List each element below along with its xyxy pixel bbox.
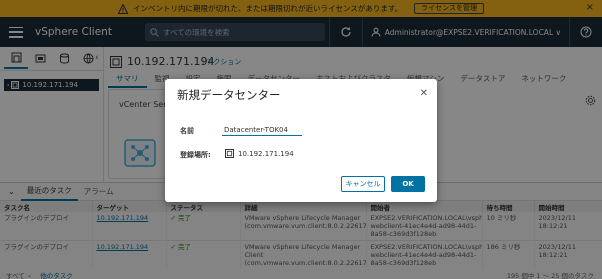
name-label: 名前 xyxy=(180,127,194,135)
cancel-button[interactable]: キャンセル xyxy=(341,176,385,192)
dialog-title: 新規データセンター xyxy=(177,88,281,102)
location-text: 10.192.171.194 xyxy=(238,149,294,158)
ok-button[interactable]: OK xyxy=(391,176,425,192)
new-datacenter-dialog: 新規データセンター ✕ 名前 登録場所: 10.192.171.194 キャンセ… xyxy=(165,79,437,202)
vcenter-icon xyxy=(225,149,234,158)
datacenter-name-input[interactable] xyxy=(222,124,302,136)
location-label: 登録場所: xyxy=(180,151,211,159)
close-icon[interactable]: ✕ xyxy=(420,88,428,99)
location-value: 10.192.171.194 xyxy=(225,149,294,158)
vsphere-client-page: インベントリ内に期限が切れた、または期限切れが近いライセンスがあります。 ライセ… xyxy=(0,0,602,279)
